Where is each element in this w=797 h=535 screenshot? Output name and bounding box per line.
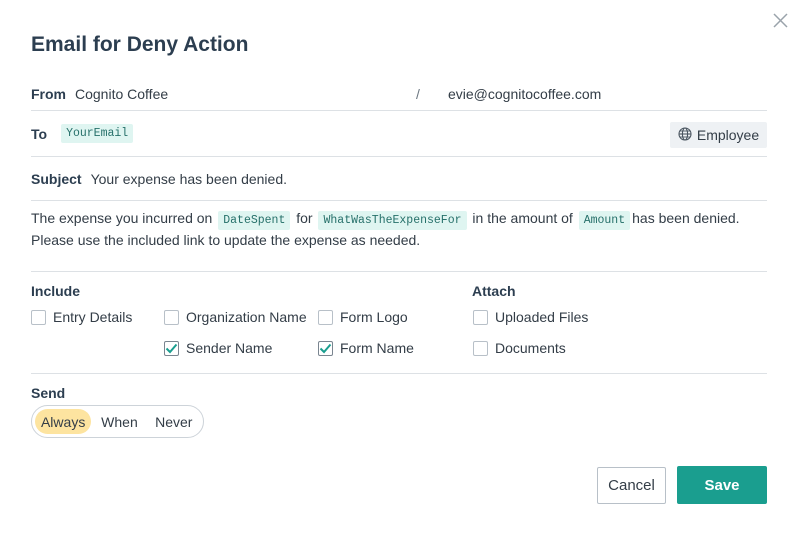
include-label: Include [31, 283, 81, 299]
message-body[interactable]: The expense you incurred on DateSpent fo… [31, 208, 771, 251]
message-text: in the amount of [472, 210, 573, 226]
checkbox-label: Form Name [340, 340, 414, 356]
token-amount[interactable]: Amount [578, 211, 631, 230]
from-row: From Cognito Coffee / evie@cognitocoffee… [31, 86, 767, 102]
divider [31, 110, 767, 111]
subject-value[interactable]: Your expense has been denied. [91, 171, 287, 187]
checkbox-label: Documents [495, 340, 566, 356]
checkbox-form-logo[interactable]: Form Logo [318, 309, 408, 325]
to-token[interactable]: YourEmail [61, 124, 134, 143]
subject-label: Subject [31, 171, 82, 187]
checkbox-documents[interactable]: Documents [473, 340, 566, 356]
checkbox-box[interactable] [318, 340, 333, 356]
message-text: Please use the included link to update t… [31, 232, 421, 248]
message-text: The expense you incurred on [31, 210, 213, 226]
to-label: To [31, 125, 48, 142]
checkbox-label: Organization Name [186, 309, 307, 325]
attach-label: Attach [472, 283, 516, 299]
checkbox-label: Form Logo [340, 309, 408, 325]
from-label: From [31, 86, 66, 102]
token-date-spent[interactable]: DateSpent [218, 211, 291, 230]
divider [31, 156, 767, 157]
checkbox-label: Uploaded Files [495, 309, 589, 325]
from-separator: / [416, 86, 420, 102]
divider [31, 271, 767, 272]
checkbox-entry-details[interactable]: Entry Details [31, 309, 132, 325]
employee-button-label: Employee [696, 127, 760, 143]
checkbox-box[interactable] [164, 340, 179, 356]
checkbox-box[interactable] [473, 340, 488, 356]
divider [31, 200, 767, 201]
checkbox-box[interactable] [473, 309, 488, 325]
globe-icon [678, 126, 692, 144]
to-row: To YourEmail [31, 124, 767, 143]
dialog-title: Email for Deny Action [31, 33, 249, 56]
divider [31, 373, 767, 374]
checkbox-box[interactable] [318, 309, 333, 325]
send-label: Send [31, 385, 66, 401]
checkbox-uploaded-files[interactable]: Uploaded Files [473, 309, 588, 325]
message-text: for [296, 210, 313, 226]
checkbox-organization-name[interactable]: Organization Name [164, 309, 307, 325]
send-toggle: Always When Never [31, 405, 204, 438]
send-option-always[interactable]: Always [35, 409, 92, 434]
send-option-when[interactable]: When [91, 409, 147, 434]
message-text: has been denied. [632, 210, 740, 226]
check-icon [165, 343, 178, 353]
save-button[interactable]: Save [677, 466, 767, 504]
token-expense-for[interactable]: WhatWasTheExpenseFor [318, 211, 467, 230]
from-address[interactable]: evie@cognitocoffee.com [448, 86, 601, 102]
checkbox-box[interactable] [31, 309, 46, 325]
checkbox-label: Entry Details [53, 309, 133, 325]
cancel-button[interactable]: Cancel [597, 467, 666, 504]
employee-button[interactable]: Employee [670, 122, 767, 148]
from-name[interactable]: Cognito Coffee [75, 86, 168, 102]
send-option-never[interactable]: Never [148, 409, 200, 434]
check-icon [319, 343, 332, 353]
subject-row: Subject Your expense has been denied. [31, 171, 767, 187]
checkbox-box[interactable] [164, 309, 179, 325]
checkbox-label: Sender Name [186, 340, 273, 356]
close-icon[interactable] [772, 12, 789, 29]
checkbox-form-name[interactable]: Form Name [318, 340, 414, 356]
checkbox-sender-name[interactable]: Sender Name [164, 340, 272, 356]
